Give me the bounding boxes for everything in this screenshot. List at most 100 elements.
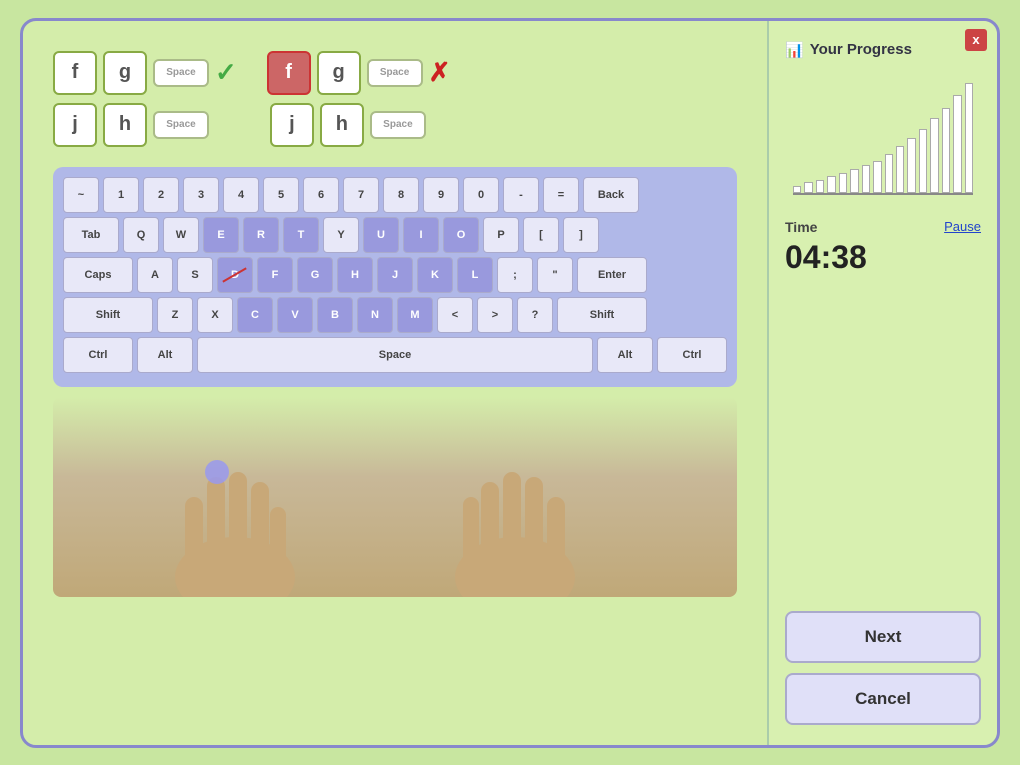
kb-key-back[interactable]: Back xyxy=(583,177,639,213)
kb-row-4: Shift Z X C V B N M < > ? Shift xyxy=(63,297,727,333)
kb-key-comma[interactable]: < xyxy=(437,297,473,333)
chart-bar xyxy=(953,95,961,192)
chart-bar xyxy=(804,182,812,193)
kb-key-bracket-l[interactable]: [ xyxy=(523,217,559,253)
kb-key-e[interactable]: E xyxy=(203,217,239,253)
kb-key-space[interactable]: Space xyxy=(197,337,593,373)
key-sequences: f g Space ✓ f g Space ✗ j h Space j h Sp… xyxy=(53,51,737,147)
chart-icon: 📊 xyxy=(785,41,804,59)
seq2-key-f: f xyxy=(267,51,311,95)
chart-bar xyxy=(965,83,973,193)
chart-bar xyxy=(942,108,950,193)
time-label: Time xyxy=(785,219,817,235)
close-button[interactable]: x xyxy=(965,29,987,51)
main-area: f g Space ✓ f g Space ✗ j h Space j h Sp… xyxy=(23,21,767,745)
kb-key-enter[interactable]: Enter xyxy=(577,257,647,293)
kb-key-y[interactable]: Y xyxy=(323,217,359,253)
right-hand-group xyxy=(455,472,575,597)
kb-key-s[interactable]: S xyxy=(177,257,213,293)
kb-key-w[interactable]: W xyxy=(163,217,199,253)
x-icon: ✗ xyxy=(429,57,451,88)
kb-key-v[interactable]: V xyxy=(277,297,313,333)
kb-key-u[interactable]: U xyxy=(363,217,399,253)
kb-key-ctrl-r[interactable]: Ctrl xyxy=(657,337,727,373)
seq2-key-g: g xyxy=(317,51,361,95)
kb-key-t[interactable]: T xyxy=(283,217,319,253)
chart-bar xyxy=(816,180,824,193)
kb-key-shift-r[interactable]: Shift xyxy=(557,297,647,333)
kb-row-2: Tab Q W E R T Y U I O P [ ] xyxy=(63,217,727,253)
kb-key-semicolon[interactable]: ; xyxy=(497,257,533,293)
chart-bar xyxy=(873,161,881,193)
cancel-button[interactable]: Cancel xyxy=(785,673,981,725)
seq1-key-f: f xyxy=(53,51,97,95)
sidebar: x 📊 Your Progress Time Pause 04:38 Next … xyxy=(767,21,997,745)
next-button[interactable]: Next xyxy=(785,611,981,663)
kb-key-4[interactable]: 4 xyxy=(223,177,259,213)
chart-bar xyxy=(827,176,835,193)
pause-button[interactable]: Pause xyxy=(944,219,981,234)
kb-key-1[interactable]: 1 xyxy=(103,177,139,213)
kb-key-quote[interactable]: " xyxy=(537,257,573,293)
kb-key-b[interactable]: B xyxy=(317,297,353,333)
time-header: Time Pause xyxy=(785,219,981,235)
kb-key-n[interactable]: N xyxy=(357,297,393,333)
chart-bar xyxy=(862,165,870,193)
kb-key-tab[interactable]: Tab xyxy=(63,217,119,253)
kb-key-k[interactable]: K xyxy=(417,257,453,293)
seq2-key-h: h xyxy=(320,103,364,147)
kb-key-a[interactable]: A xyxy=(137,257,173,293)
kb-key-m[interactable]: M xyxy=(397,297,433,333)
chart-bar xyxy=(896,146,904,193)
kb-key-l[interactable]: L xyxy=(457,257,493,293)
keyboard: ~ 1 2 3 4 5 6 7 8 9 0 - = Back Tab Q W E xyxy=(53,167,737,387)
kb-key-f[interactable]: F xyxy=(257,257,293,293)
kb-key-shift-l[interactable]: Shift xyxy=(63,297,153,333)
kb-key-caps[interactable]: Caps xyxy=(63,257,133,293)
chart-bar xyxy=(793,186,801,192)
kb-key-0[interactable]: 0 xyxy=(463,177,499,213)
left-hand-group xyxy=(175,460,295,597)
kb-key-alt-r[interactable]: Alt xyxy=(597,337,653,373)
seq2-key-j: j xyxy=(270,103,314,147)
chart-bar xyxy=(885,154,893,192)
kb-row-1: ~ 1 2 3 4 5 6 7 8 9 0 - = Back xyxy=(63,177,727,213)
kb-key-i[interactable]: I xyxy=(403,217,439,253)
kb-key-ctrl-l[interactable]: Ctrl xyxy=(63,337,133,373)
kb-key-slash[interactable]: ? xyxy=(517,297,553,333)
kb-key-r[interactable]: R xyxy=(243,217,279,253)
kb-key-o[interactable]: O xyxy=(443,217,479,253)
kb-key-d[interactable]: D xyxy=(217,257,253,293)
kb-key-7[interactable]: 7 xyxy=(343,177,379,213)
kb-key-x[interactable]: X xyxy=(197,297,233,333)
kb-key-h[interactable]: H xyxy=(337,257,373,293)
kb-key-minus[interactable]: - xyxy=(503,177,539,213)
kb-key-2[interactable]: 2 xyxy=(143,177,179,213)
kb-key-alt-l[interactable]: Alt xyxy=(137,337,193,373)
kb-key-tilde[interactable]: ~ xyxy=(63,177,99,213)
kb-key-z[interactable]: Z xyxy=(157,297,193,333)
seq1-key-space: Space xyxy=(153,59,209,87)
app-container: f g Space ✓ f g Space ✗ j h Space j h Sp… xyxy=(20,18,1000,748)
chart-bar xyxy=(850,169,858,192)
chart-bar xyxy=(919,129,927,192)
kb-key-3[interactable]: 3 xyxy=(183,177,219,213)
time-section: Time Pause 04:38 xyxy=(785,219,981,276)
chart-bar xyxy=(930,118,938,192)
kb-key-5[interactable]: 5 xyxy=(263,177,299,213)
kb-key-bracket-r[interactable]: ] xyxy=(563,217,599,253)
kb-key-8[interactable]: 8 xyxy=(383,177,419,213)
kb-key-g[interactable]: G xyxy=(297,257,333,293)
kb-key-9[interactable]: 9 xyxy=(423,177,459,213)
kb-row-3: Caps A S D F G H J K L ; " Enter xyxy=(63,257,727,293)
kb-key-q[interactable]: Q xyxy=(123,217,159,253)
completed-sequence-row2: j h Space j h Space xyxy=(53,103,737,147)
seq1-key-g: g xyxy=(103,51,147,95)
kb-key-j[interactable]: J xyxy=(377,257,413,293)
kb-key-p[interactable]: P xyxy=(483,217,519,253)
progress-chart xyxy=(793,75,973,195)
kb-key-c[interactable]: C xyxy=(237,297,273,333)
kb-key-6[interactable]: 6 xyxy=(303,177,339,213)
kb-key-period[interactable]: > xyxy=(477,297,513,333)
kb-key-equals[interactable]: = xyxy=(543,177,579,213)
